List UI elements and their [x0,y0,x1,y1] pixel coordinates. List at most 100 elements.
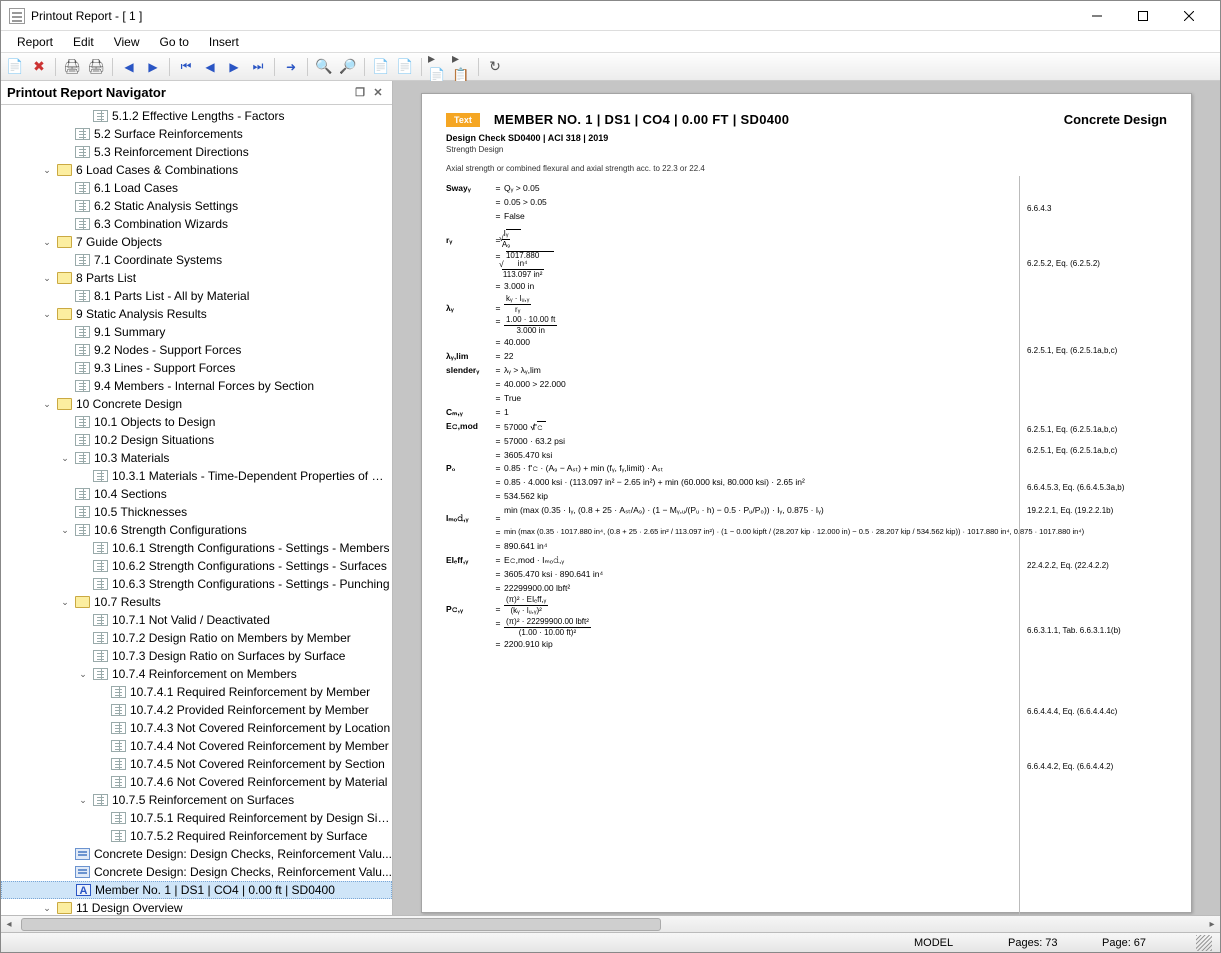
tree-leaf[interactable]: ▾10.2 Design Situations [1,431,392,449]
new-report-icon[interactable]: 📄 [5,57,25,77]
tree-leaf[interactable]: ▾10.1 Objects to Design [1,413,392,431]
tree-leaf[interactable]: ▾10.7.2 Design Ratio on Members by Membe… [1,629,392,647]
header-footer-icon[interactable]: ▸📋 [452,57,472,77]
tree-folder[interactable]: ⌄10.7.4 Reinforcement on Members [1,665,392,683]
tree-leaf[interactable]: ▾10.6.1 Strength Configurations - Settin… [1,539,392,557]
menu-insert[interactable]: Insert [199,33,249,51]
tree-leaf[interactable]: ▾7.1 Coordinate Systems [1,251,392,269]
image-icon [75,866,90,878]
tree-folder[interactable]: ⌄10.3 Materials [1,449,392,467]
tree-leaf[interactable]: ▾Concrete Design: Design Checks, Reinfor… [1,863,392,881]
tree-folder[interactable]: ⌄8 Parts List [1,269,392,287]
tree-folder[interactable]: ⌄10 Concrete Design [1,395,392,413]
tree-leaf[interactable]: ▾10.7.3 Design Ratio on Surfaces by Surf… [1,647,392,665]
menu-edit[interactable]: Edit [63,33,104,51]
tree-folder[interactable]: ⌄7 Guide Objects [1,233,392,251]
nav-fwd-icon[interactable]: ▶ [224,57,244,77]
tree-leaf[interactable]: ▾9.1 Summary [1,323,392,341]
tree-leaf[interactable]: ▾10.7.4.3 Not Covered Reinforcement by L… [1,719,392,737]
grid-icon [111,758,126,770]
tree-leaf[interactable]: ▾10.6.3 Strength Configurations - Settin… [1,575,392,593]
note-line: Strength Design [446,145,1167,154]
nav-first-icon[interactable]: ⏮ [176,57,196,77]
tree-leaf[interactable]: ▾9.4 Members - Internal Forces by Sectio… [1,377,392,395]
tree-leaf[interactable]: ▾6.1 Load Cases [1,179,392,197]
nav-back-icon[interactable]: ◀ [200,57,220,77]
tree-leaf[interactable]: ▾Concrete Design: Design Checks, Reinfor… [1,845,392,863]
zoom-out-icon[interactable]: 🔎 [338,57,358,77]
nav-prev-icon[interactable]: ◀ [119,57,139,77]
undock-button[interactable]: ❐ [352,86,368,99]
tree-leaf[interactable]: ▾10.7.4.5 Not Covered Reinforcement by S… [1,755,392,773]
minimize-button[interactable] [1074,1,1120,31]
tree-leaf[interactable]: ▾10.5 Thicknesses [1,503,392,521]
tree-folder[interactable]: ⌄6 Load Cases & Combinations [1,161,392,179]
export-rtf-icon[interactable]: 📄 [395,57,415,77]
menu-view[interactable]: View [104,33,150,51]
tree-leaf[interactable]: ▾10.7.4.4 Not Covered Reinforcement by M… [1,737,392,755]
print-icon[interactable]: 🖨 [62,57,82,77]
tree-leaf[interactable]: ▾5.1.2 Effective Lengths - Factors [1,107,392,125]
tree-leaf-selected[interactable]: ▾AMember No. 1 | DS1 | CO4 | 0.00 ft | S… [1,881,392,899]
grid-icon [75,380,90,392]
tree-leaf[interactable]: ▾10.7.4.6 Not Covered Reinforcement by M… [1,773,392,791]
tree-leaf[interactable]: ▾5.3 Reinforcement Directions [1,143,392,161]
resize-grip[interactable] [1196,935,1212,951]
close-button[interactable] [1166,1,1212,31]
navigator-header: Printout Report Navigator ❐ ✕ [1,81,392,105]
page-settings-icon[interactable]: ▸📄 [428,57,448,77]
menu-report[interactable]: Report [7,33,63,51]
tree-folder[interactable]: ⌄9 Static Analysis Results [1,305,392,323]
tree-folder[interactable]: ⌄10.6 Strength Configurations [1,521,392,539]
tree-leaf[interactable]: ▾5.2 Surface Reinforcements [1,125,392,143]
nav-next-icon[interactable]: ▶ [143,57,163,77]
nav-last-icon[interactable]: ⏭ [248,57,268,77]
tree-leaf[interactable]: ▾10.4 Sections [1,485,392,503]
tree-leaf[interactable]: ▾9.3 Lines - Support Forces [1,359,392,377]
scroll-right-icon[interactable]: ▸ [1204,919,1220,930]
toolbar-separator [112,58,113,76]
close-panel-button[interactable]: ✕ [370,86,386,99]
grid-icon [75,488,90,500]
tree-folder[interactable]: ⌄10.7.5 Reinforcement on Surfaces [1,791,392,809]
tree-leaf[interactable]: ▾10.3.1 Materials - Time-Dependent Prope… [1,467,392,485]
grid-icon [75,416,90,428]
goto-icon[interactable]: ➜ [281,57,301,77]
tree-leaf[interactable]: ▾9.2 Nodes - Support Forces [1,341,392,359]
print-all-icon[interactable]: 🖨 [86,57,106,77]
page-title: MEMBER NO. 1 | DS1 | CO4 | 0.00 FT | SD0… [494,112,1064,127]
tree-leaf[interactable]: ▾6.2 Static Analysis Settings [1,197,392,215]
tree-leaf[interactable]: ▾10.6.2 Strength Configurations - Settin… [1,557,392,575]
tree-leaf[interactable]: ▾8.1 Parts List - All by Material [1,287,392,305]
delete-icon[interactable]: ✖ [29,57,49,77]
grid-icon [93,470,108,482]
content-area: Text MEMBER NO. 1 | DS1 | CO4 | 0.00 FT … [393,81,1220,915]
scrollbar-thumb[interactable] [21,918,661,931]
refresh-icon[interactable]: ↻ [485,57,505,77]
tree-leaf[interactable]: ▾10.7.1 Not Valid / Deactivated [1,611,392,629]
tree-folder[interactable]: ⌄10.7 Results [1,593,392,611]
tree-folder[interactable]: ⌄11 Design Overview [1,899,392,915]
tree-leaf[interactable]: ▾10.7.5.1 Required Reinforcement by Desi… [1,809,392,827]
tree-leaf[interactable]: ▾10.7.4.1 Required Reinforcement by Memb… [1,683,392,701]
maximize-button[interactable] [1120,1,1166,31]
scroll-left-icon[interactable]: ◂ [1,919,17,930]
menu-goto[interactable]: Go to [150,33,199,51]
toolbar: 📄 ✖ 🖨 🖨 ◀ ▶ ⏮ ◀ ▶ ⏭ ➜ 🔍 🔎 📄 📄 ▸📄 ▸📋 ↻ [1,53,1220,81]
grid-icon [93,668,108,680]
tree-leaf[interactable]: ▾10.7.5.2 Required Reinforcement by Surf… [1,827,392,845]
page-scroll[interactable]: Text MEMBER NO. 1 | DS1 | CO4 | 0.00 FT … [393,81,1220,915]
tree-leaf[interactable]: ▾10.7.4.2 Provided Reinforcement by Memb… [1,701,392,719]
image-icon [75,848,90,860]
tree-leaf[interactable]: ▾6.3 Combination Wizards [1,215,392,233]
zoom-in-icon[interactable]: 🔍 [314,57,334,77]
export-pdf-icon[interactable]: 📄 [371,57,391,77]
status-model: MODEL [914,937,984,949]
grid-icon [75,200,90,212]
horizontal-scrollbar[interactable]: ◂ ▸ [1,915,1220,932]
grid-icon [111,740,126,752]
grid-icon [93,560,108,572]
grid-icon [93,542,108,554]
tree-scroll[interactable]: ▾5.1.2 Effective Lengths - Factors ▾5.2 … [1,105,392,915]
folder-icon [57,164,72,176]
